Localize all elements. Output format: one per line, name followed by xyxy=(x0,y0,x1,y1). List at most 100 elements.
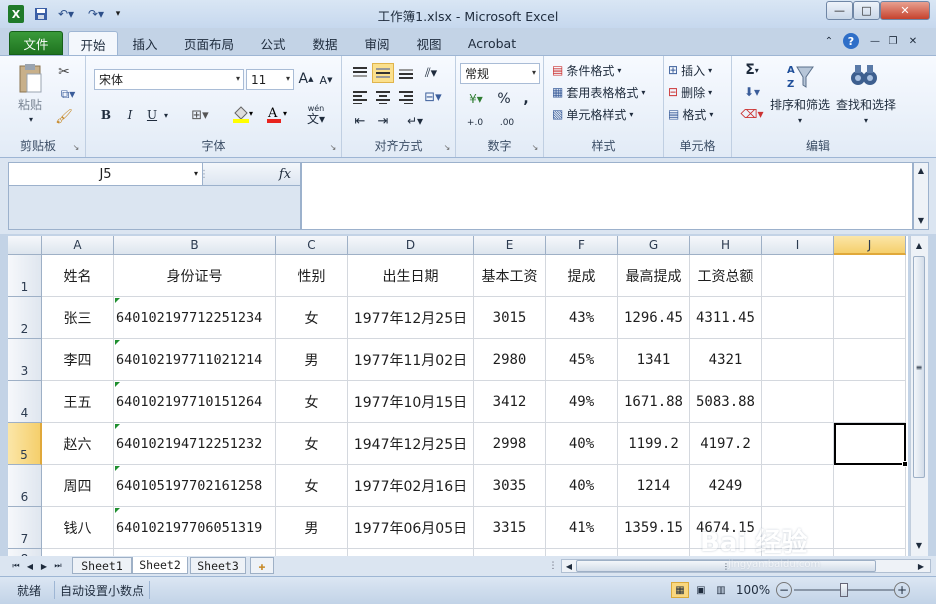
formula-bar-scrollbar[interactable]: ▲ ▼ xyxy=(913,162,929,230)
row-header-5[interactable]: 5 xyxy=(8,423,42,465)
column-header-g[interactable]: G xyxy=(618,236,690,255)
empty-cell[interactable] xyxy=(762,297,834,339)
find-select-button[interactable]: 查找和选择 xyxy=(832,96,900,112)
align-right-icon[interactable] xyxy=(396,88,416,106)
tab-split-handle[interactable]: ⋮ xyxy=(549,559,558,573)
align-bottom-icon[interactable] xyxy=(396,64,416,82)
row-header-8[interactable]: 8 xyxy=(8,549,42,556)
table-cell[interactable]: 43% xyxy=(546,297,618,339)
page-break-view-icon[interactable]: ▥ xyxy=(712,582,730,598)
empty-cell[interactable] xyxy=(546,549,618,556)
underline-button[interactable]: U xyxy=(144,106,160,124)
empty-cell[interactable] xyxy=(762,507,834,549)
empty-cell[interactable] xyxy=(618,549,690,556)
tab-insert[interactable]: 插入 xyxy=(124,31,166,55)
table-cell[interactable]: 李四 xyxy=(42,339,114,381)
maximize-button[interactable]: □ xyxy=(853,1,880,20)
increase-indent-icon[interactable]: ⇥ xyxy=(373,112,393,130)
scroll-right-icon[interactable]: ▶ xyxy=(916,560,926,572)
insert-sheet-icon[interactable]: ✚ xyxy=(250,557,274,574)
select-all-corner[interactable] xyxy=(8,236,42,255)
table-cell[interactable]: 赵六 xyxy=(42,423,114,465)
column-header-d[interactable]: D xyxy=(348,236,474,255)
close-button[interactable]: ✕ xyxy=(880,1,930,20)
table-cell[interactable]: 钱八 xyxy=(42,507,114,549)
percent-button[interactable]: % xyxy=(496,90,512,108)
row-header-7[interactable]: 7 xyxy=(8,507,42,549)
row-header-3[interactable]: 3 xyxy=(8,339,42,381)
alignment-launcher-icon[interactable]: ↘ xyxy=(442,142,452,152)
table-cell[interactable]: 女 xyxy=(276,465,348,507)
bold-button[interactable]: B xyxy=(98,106,114,124)
zoom-level[interactable]: 100% xyxy=(734,582,772,598)
table-cell[interactable]: 49% xyxy=(546,381,618,423)
find-select-icon[interactable] xyxy=(848,60,880,92)
help-icon[interactable]: ? xyxy=(843,33,859,49)
sheet-tab-1[interactable]: Sheet1 xyxy=(72,557,132,574)
shrink-font-button[interactable]: A ▼ xyxy=(318,72,334,88)
column-header-f[interactable]: F xyxy=(546,236,618,255)
merge-center-icon[interactable]: ⊟▾ xyxy=(420,88,446,106)
table-cell[interactable]: 女 xyxy=(276,297,348,339)
tab-view[interactable]: 视图 xyxy=(408,31,450,55)
minimize-button[interactable]: — xyxy=(826,1,853,20)
formula-scroll-up-icon[interactable]: ▲ xyxy=(916,165,926,175)
column-header-i[interactable]: I xyxy=(762,236,834,255)
column-header-h[interactable]: H xyxy=(690,236,762,255)
table-cell[interactable]: 张三 xyxy=(42,297,114,339)
empty-cell[interactable] xyxy=(114,549,276,556)
table-cell[interactable]: 1199.2 xyxy=(618,423,690,465)
horizontal-scroll-thumb[interactable]: ⋮ xyxy=(576,560,876,572)
underline-dropdown-icon[interactable]: ▾ xyxy=(161,108,171,122)
table-cell[interactable]: 3015 xyxy=(474,297,546,339)
collapse-ribbon-icon[interactable]: ⌃ xyxy=(822,34,836,48)
empty-cell[interactable] xyxy=(474,549,546,556)
tab-home[interactable]: 开始 xyxy=(68,31,118,56)
format-painter-icon[interactable]: 🖌 xyxy=(55,108,73,126)
phonetic-button[interactable]: wén 文▾ xyxy=(302,103,330,127)
prev-sheet-icon[interactable]: ◀ xyxy=(24,559,36,573)
empty-cell[interactable] xyxy=(834,465,906,507)
table-cell[interactable]: 3412 xyxy=(474,381,546,423)
paste-button[interactable]: 粘贴 xyxy=(10,96,50,112)
empty-cell[interactable] xyxy=(834,549,906,556)
italic-button[interactable]: I xyxy=(122,106,138,124)
sort-dropdown-icon[interactable]: ▾ xyxy=(792,114,808,126)
font-name-combo[interactable]: 宋体 ▾ xyxy=(94,69,244,90)
orientation-icon[interactable]: ⫽▾ xyxy=(420,64,442,82)
table-cell[interactable]: 2998 xyxy=(474,423,546,465)
column-header-a[interactable]: A xyxy=(42,236,114,255)
scroll-down-icon[interactable]: ▼ xyxy=(913,538,925,552)
empty-cell[interactable] xyxy=(834,339,906,381)
table-cell[interactable]: 周四 xyxy=(42,465,114,507)
table-cell[interactable]: 男 xyxy=(276,507,348,549)
next-sheet-icon[interactable]: ▶ xyxy=(38,559,50,573)
empty-cell[interactable] xyxy=(690,549,762,556)
cut-icon[interactable]: ✂ xyxy=(55,64,73,80)
tab-review[interactable]: 审阅 xyxy=(356,31,398,55)
table-cell[interactable]: 1359.15 xyxy=(618,507,690,549)
table-cell[interactable]: 40% xyxy=(546,423,618,465)
row-header-1[interactable]: 1 xyxy=(8,255,42,297)
table-cell[interactable]: 5083.88 xyxy=(690,381,762,423)
table-cell[interactable]: 4674.15 xyxy=(690,507,762,549)
conditional-format-button[interactable]: ▤ 条件格式 ▾ xyxy=(552,61,662,79)
align-middle-icon[interactable] xyxy=(372,63,394,83)
clipboard-launcher-icon[interactable]: ↘ xyxy=(71,142,81,152)
table-cell[interactable]: 1671.88 xyxy=(618,381,690,423)
table-cell[interactable]: 4311.45 xyxy=(690,297,762,339)
sort-filter-icon[interactable]: AZ xyxy=(784,60,816,92)
table-cell[interactable]: 4197.2 xyxy=(690,423,762,465)
format-as-table-button[interactable]: ▦ 套用表格格式 ▾ xyxy=(552,83,662,101)
empty-cell[interactable] xyxy=(276,549,348,556)
row-header-2[interactable]: 2 xyxy=(8,297,42,339)
sheet-tab-2[interactable]: Sheet2 xyxy=(132,557,188,574)
table-cell[interactable]: 1296.45 xyxy=(618,297,690,339)
autosum-button[interactable]: Σ ▾ xyxy=(738,61,766,79)
table-cell[interactable]: 1977年06月05日 xyxy=(348,507,474,549)
row-header-6[interactable]: 6 xyxy=(8,465,42,507)
sheet-tab-3[interactable]: Sheet3 xyxy=(190,557,246,574)
table-cell[interactable]: 640102197710151264 xyxy=(114,381,276,423)
increase-decimal-button[interactable]: +.0 xyxy=(462,114,488,132)
currency-icon[interactable]: ¥▾ xyxy=(462,90,490,108)
